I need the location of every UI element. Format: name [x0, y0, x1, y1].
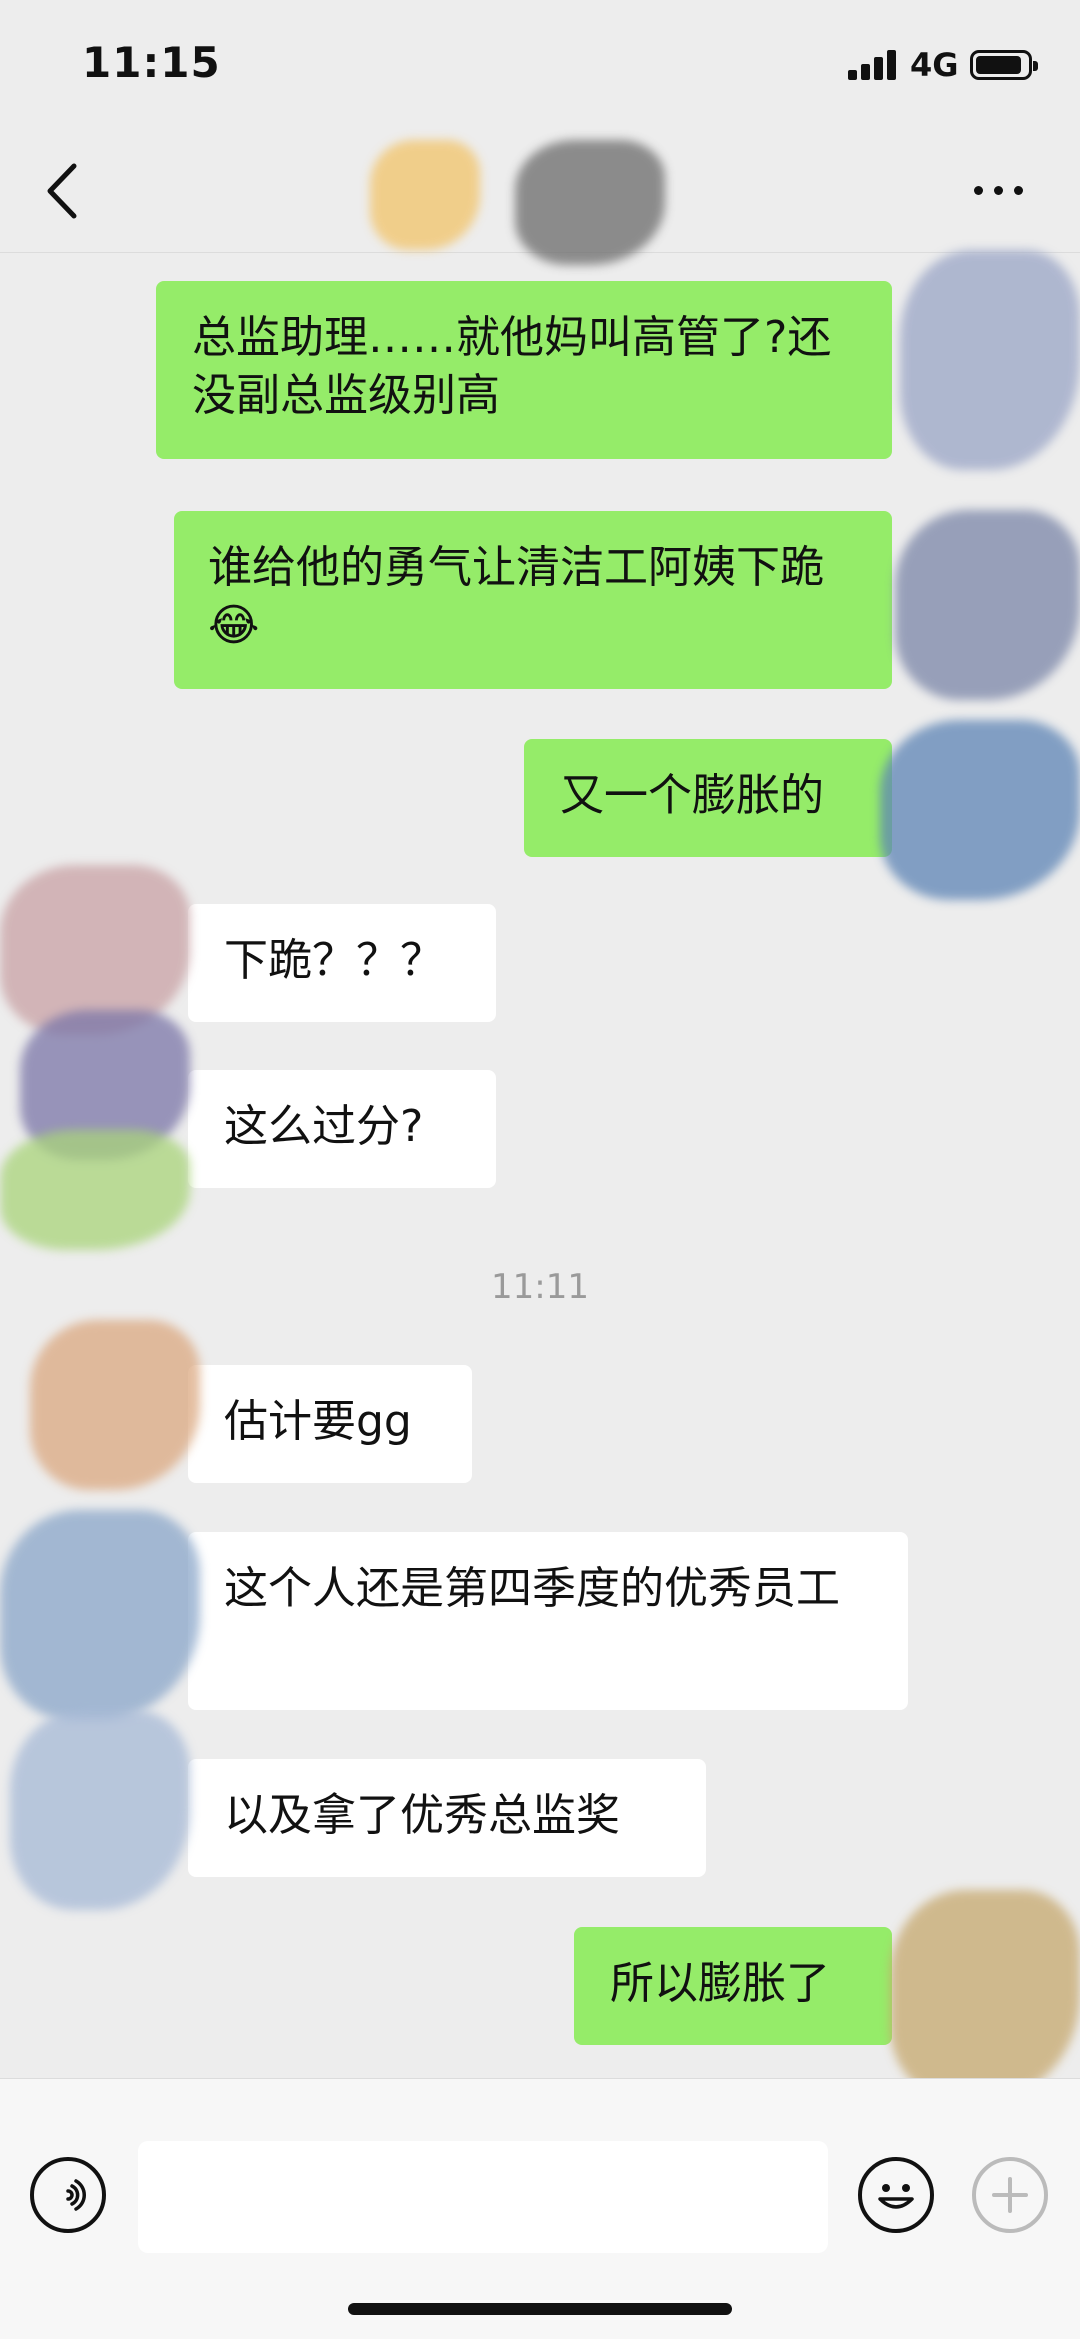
message-bubble-sent[interactable]: 又一个膨胀的 — [524, 739, 892, 857]
plus-icon — [992, 2177, 1028, 2213]
redaction-scribble — [895, 510, 1080, 700]
redaction-scribble — [880, 720, 1080, 900]
message-bubble-received[interactable]: 下跪？？？ — [188, 904, 496, 1022]
redaction-scribble — [515, 140, 665, 265]
more-functions-button[interactable] — [972, 2157, 1048, 2233]
more-button[interactable] — [968, 166, 1028, 216]
input-bar — [0, 2078, 1080, 2339]
message-bubble-sent[interactable]: 所以膨胀了 — [574, 1927, 892, 2045]
message-bubble-received[interactable]: 这个人还是第四季度的优秀员工 — [188, 1532, 908, 1710]
battery-icon — [970, 50, 1038, 80]
message-bubble-received[interactable]: 这么过分? — [188, 1070, 496, 1188]
message-bubble-sent[interactable]: 总监助理……就他妈叫高管了?还没副总监级别高 — [156, 281, 892, 459]
emoji-button[interactable] — [858, 2157, 934, 2233]
emoji-icon — [878, 2184, 914, 2209]
redaction-scribble — [900, 250, 1080, 470]
message-timestamp: 11:11 — [491, 1267, 589, 1307]
back-button[interactable] — [40, 158, 90, 224]
message-input[interactable] — [138, 2141, 828, 2253]
message-bubble-sent[interactable]: 谁给他的勇气让清洁工阿姨下跪😂 — [174, 511, 892, 689]
network-label: 4G — [910, 46, 959, 84]
redaction-scribble — [10, 1710, 190, 1910]
signal-icon — [848, 50, 900, 80]
voice-icon — [66, 2179, 86, 2211]
redaction-scribble — [370, 140, 480, 250]
message-bubble-received[interactable]: 以及拿了优秀总监奖 — [188, 1759, 706, 1877]
redaction-scribble — [890, 1890, 1080, 2100]
voice-button[interactable] — [30, 2157, 106, 2233]
chevron-left-icon — [47, 163, 77, 219]
redaction-scribble — [30, 1320, 200, 1490]
home-indicator — [348, 2303, 732, 2315]
message-bubble-received[interactable]: 估计要gg — [188, 1365, 472, 1483]
redaction-scribble — [0, 1130, 190, 1250]
redaction-scribble — [0, 1510, 200, 1720]
status-time: 11:15 — [82, 38, 221, 87]
status-bar: 11:15 4G — [0, 0, 1080, 130]
